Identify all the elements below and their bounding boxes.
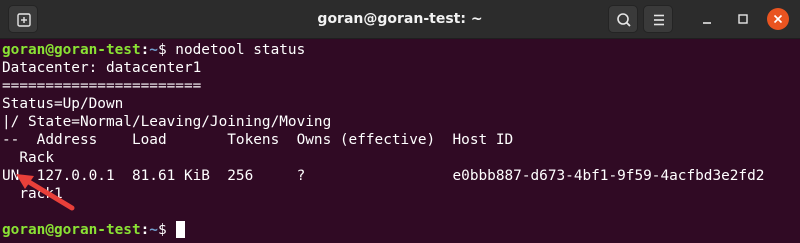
minimize-button[interactable] [696,8,718,30]
menu-button[interactable] [643,5,673,33]
text-cursor [176,221,186,238]
prompt-user-host: goran@goran-test [2,222,141,238]
search-button[interactable] [608,5,638,33]
command-text: nodetool status [175,42,306,58]
output-line: Rack [2,150,54,166]
prompt-path: ~ [149,222,158,238]
output-line: Status=Up/Down [2,96,124,112]
prompt-line-2: goran@goran-test:~$ [2,221,186,239]
output-line: UN 127.0.0.1 81.61 KiB 256 ? e0bbb887-d6… [2,168,765,184]
output-line: -- Address Load Tokens Owns (effective) … [2,132,514,148]
terminal-output[interactable]: goran@goran-test:~$ nodetool status Data… [0,39,800,243]
window-title: goran@goran-test: ~ [317,11,483,27]
scrollbar[interactable] [796,39,800,243]
maximize-button[interactable] [732,8,754,30]
annotation-arrow-icon [16,174,75,211]
prompt-dollar: $ [157,42,176,58]
output-line: ======================= [2,78,202,94]
prompt-line-1: goran@goran-test:~$ nodetool status [2,41,305,59]
prompt-dollar: $ [157,222,176,238]
output-line: |/ State=Normal/Leaving/Joining/Moving [2,114,332,130]
prompt-colon: : [140,222,150,238]
title-bar[interactable]: goran@goran-test: ~ [0,0,800,39]
prompt-user-host: goran@goran-test [2,42,141,58]
terminal-window: goran@goran-test: ~ goran@goran-test:~$ … [0,0,800,243]
prompt-colon: : [140,42,150,58]
prompt-path: ~ [149,42,158,58]
output-line: Datacenter: datacenter1 [2,60,202,76]
close-button[interactable] [767,8,789,30]
